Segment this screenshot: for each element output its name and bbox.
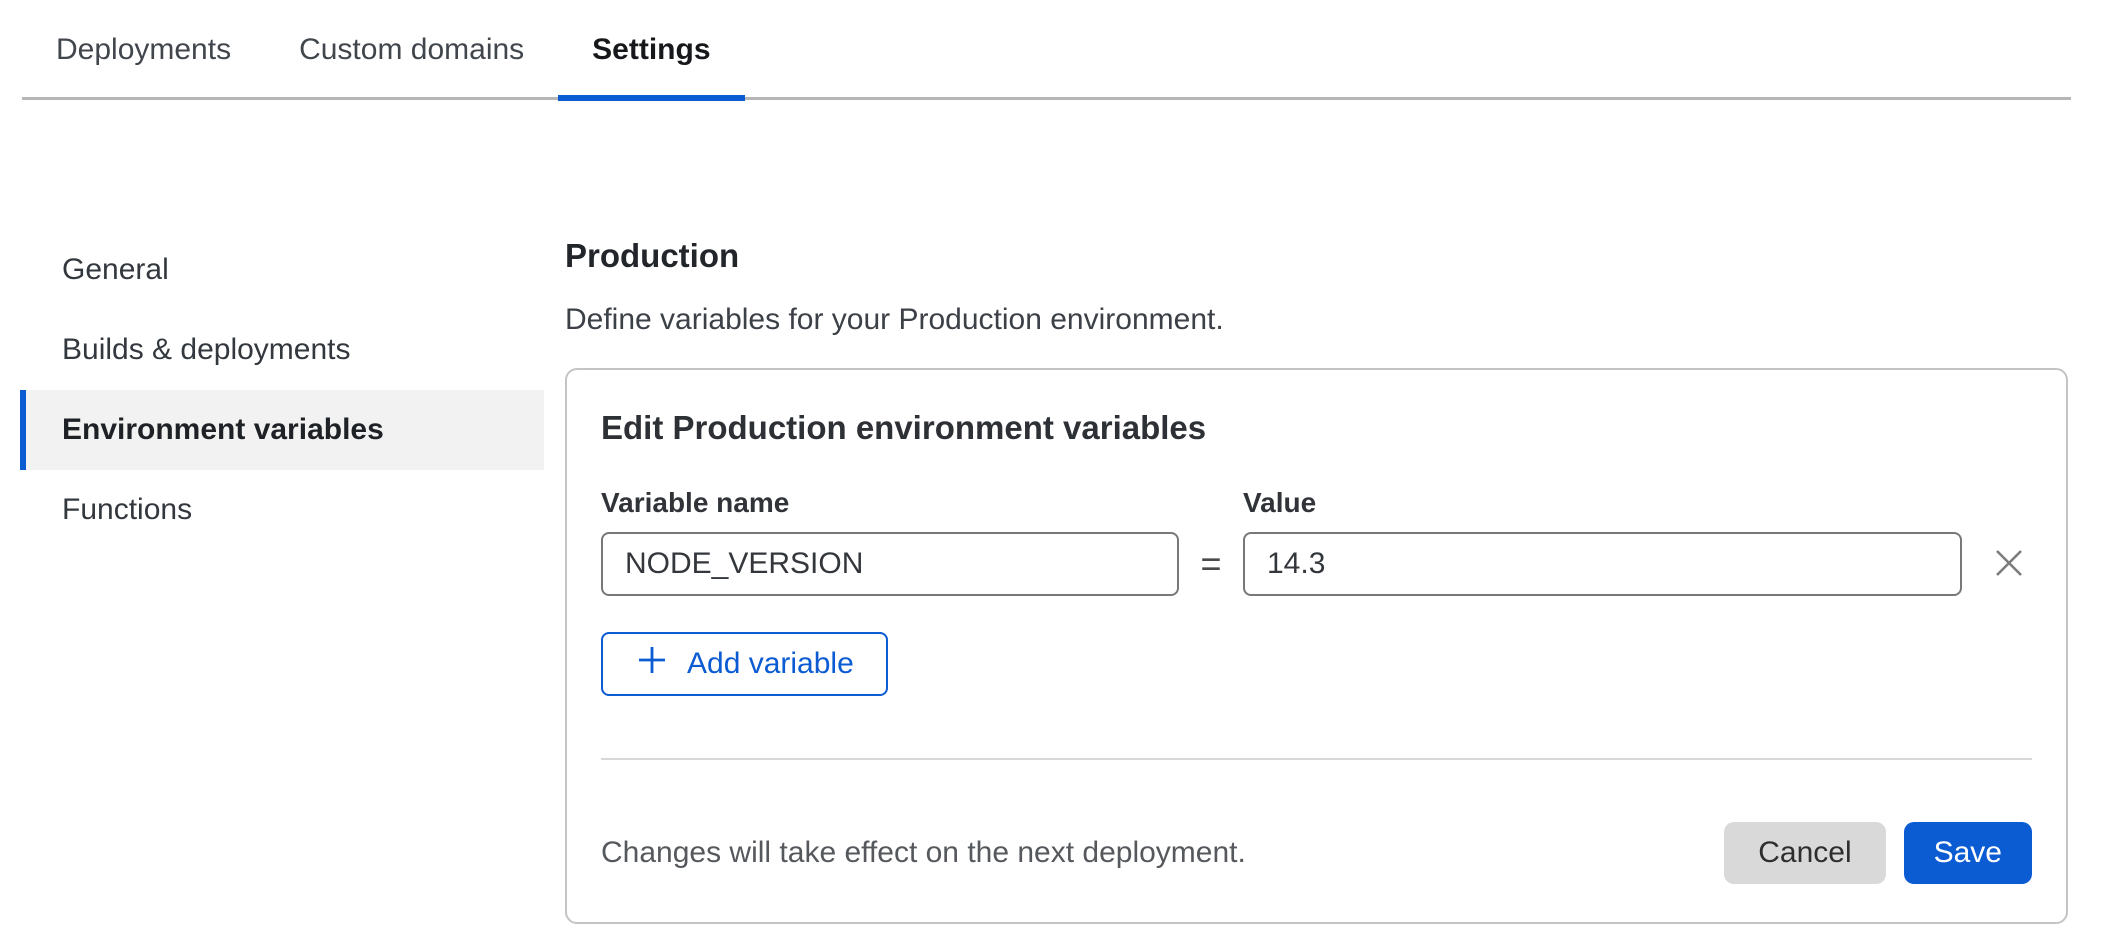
label-spacer <box>1179 488 1243 532</box>
label-spacer <box>1962 488 2032 532</box>
variable-value-cell <box>1243 532 1962 596</box>
equals-sign: = <box>1179 532 1243 596</box>
tab-list: Deployments Custom domains Settings <box>0 0 2121 100</box>
remove-variable-cell <box>1962 532 2032 596</box>
tab-bar: Deployments Custom domains Settings <box>0 0 2121 100</box>
x-icon <box>1994 548 2024 581</box>
sidebar-item-functions[interactable]: Functions <box>20 470 544 550</box>
plus-icon <box>635 643 669 685</box>
sidebar-item-environment-variables[interactable]: Environment variables <box>20 390 544 470</box>
tab-custom-domains[interactable]: Custom domains <box>265 0 558 100</box>
variable-value-input[interactable] <box>1243 532 1962 596</box>
sidebar-item-general[interactable]: General <box>20 230 544 310</box>
deployment-note: Changes will take effect on the next dep… <box>601 836 1246 870</box>
variable-name-input[interactable] <box>601 532 1179 596</box>
variable-fields: Variable name Value = <box>601 488 2032 596</box>
save-button[interactable]: Save <box>1904 822 2032 884</box>
add-variable-button[interactable]: Add variable <box>601 632 888 696</box>
value-label: Value <box>1243 488 1962 518</box>
sidebar-item-builds-deployments[interactable]: Builds & deployments <box>20 310 544 390</box>
main-content: Production Define variables for your Pro… <box>565 224 2068 924</box>
card-divider <box>601 758 2032 760</box>
tab-settings[interactable]: Settings <box>558 0 744 100</box>
variable-name-cell <box>601 532 1179 596</box>
variable-name-label: Variable name <box>601 488 1179 518</box>
card-title: Edit Production environment variables <box>601 408 2032 448</box>
page-title: Production <box>565 224 2068 276</box>
add-variable-label: Add variable <box>687 647 854 681</box>
cancel-button[interactable]: Cancel <box>1724 822 1885 884</box>
page-description: Define variables for your Production env… <box>565 302 2068 338</box>
remove-variable-button[interactable] <box>1994 548 2024 581</box>
card-footer: Changes will take effect on the next dep… <box>601 822 2032 884</box>
tab-deployments[interactable]: Deployments <box>22 0 265 100</box>
settings-sidebar: General Builds & deployments Environment… <box>20 230 544 550</box>
environment-variables-card: Edit Production environment variables Va… <box>565 368 2068 924</box>
footer-actions: Cancel Save <box>1724 822 2032 884</box>
